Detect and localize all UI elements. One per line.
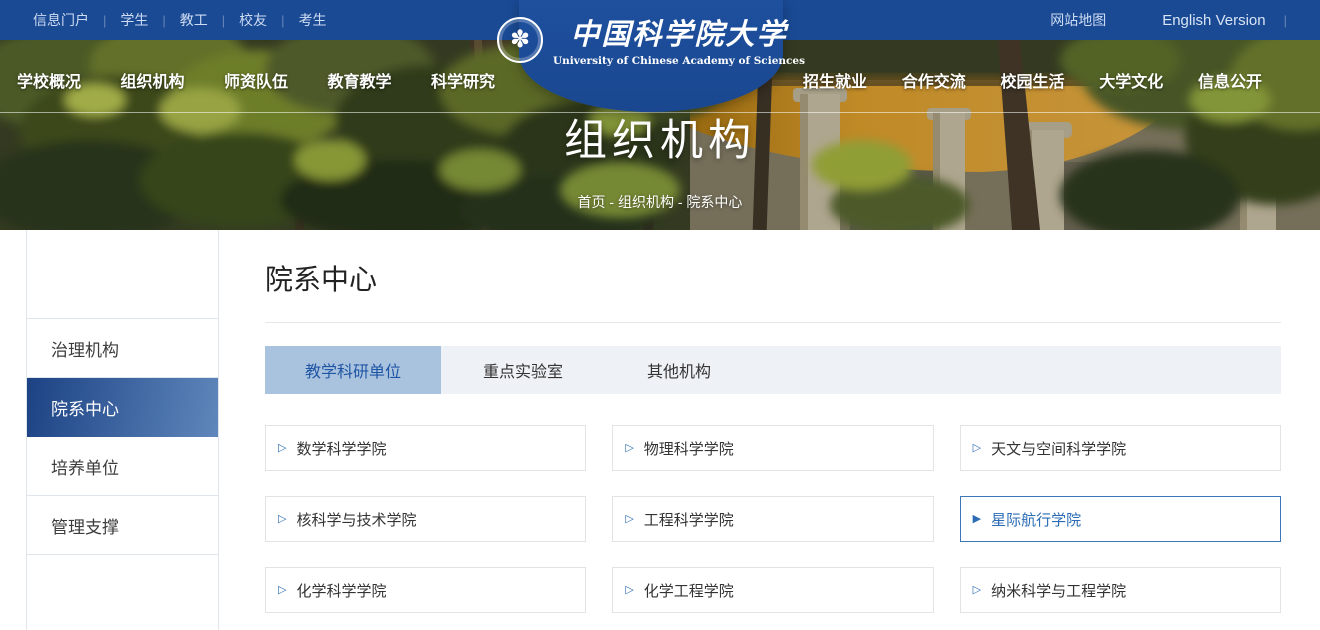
topbar-links: 信息门户 | 学生 | 教工 | 校友 | 考生	[33, 10, 327, 30]
nav-item-info-disclosure[interactable]: 信息公开	[1198, 68, 1262, 92]
main-panel: 院系中心 教学科研单位 重点实验室 其他机构 ▷ 数学科学学院 ▷ 物理科学学院…	[265, 230, 1281, 613]
department-card[interactable]: ▷ 核科学与技术学院	[265, 496, 586, 542]
department-card[interactable]: ▷ 天文与空间科学学院	[960, 425, 1281, 471]
separator: |	[162, 13, 165, 28]
department-grid: ▷ 数学科学学院 ▷ 物理科学学院 ▷ 天文与空间科学学院 ▷ 核科学与技术学院…	[265, 425, 1281, 613]
caret-right-filled-icon: ▶	[973, 514, 981, 525]
nav-item-research[interactable]: 科学研究	[431, 68, 495, 92]
department-card[interactable]: ▷ 工程科学学院	[612, 496, 933, 542]
tab-teaching-research[interactable]: 教学科研单位	[265, 346, 441, 394]
sidebar-item-training[interactable]: 培养单位	[27, 437, 218, 496]
department-name: 化学工程学院	[644, 580, 734, 601]
department-name: 化学科学学院	[296, 580, 386, 601]
topbar-link-portal[interactable]: 信息门户	[33, 10, 89, 30]
tab-bar: 教学科研单位 重点实验室 其他机构	[265, 346, 1281, 394]
nav-item-campus-life[interactable]: 校园生活	[1000, 68, 1064, 92]
page: 信息门户 | 学生 | 教工 | 校友 | 考生 网站地图 English Ve…	[0, 0, 1320, 630]
logo-text: 中国科学院大学 University of Chinese Academy of…	[553, 17, 805, 67]
sitemap-link[interactable]: 网站地图	[1050, 10, 1106, 30]
nav-item-organization[interactable]: 组织机构	[120, 68, 184, 92]
sidebar: 治理机构 院系中心 培养单位 管理支撑	[26, 230, 219, 630]
hero-title: 组织机构	[0, 106, 1320, 168]
caret-right-icon: ▷	[625, 514, 633, 525]
department-card[interactable]: ▷ 数学科学学院	[265, 425, 586, 471]
caret-right-icon: ▷	[625, 443, 633, 454]
department-name: 纳米科学与工程学院	[991, 580, 1126, 601]
nav-right-group: 招生就业 合作交流 校园生活 大学文化 信息公开	[803, 68, 1262, 92]
sidebar-item-schools[interactable]: 院系中心	[27, 378, 218, 437]
ucas-emblem-icon: ✽	[497, 17, 543, 63]
department-card[interactable]: ▷ 纳米科学与工程学院	[960, 567, 1281, 613]
topbar-link-students[interactable]: 学生	[120, 10, 148, 30]
nav-item-education[interactable]: 教育教学	[327, 68, 391, 92]
topbar-link-staff[interactable]: 教工	[180, 10, 208, 30]
department-name: 数学科学学院	[296, 438, 386, 459]
department-name: 天文与空间科学学院	[991, 438, 1126, 459]
sidebar-item-admin[interactable]: 管理支撑	[27, 496, 218, 555]
nav-item-culture[interactable]: 大学文化	[1099, 68, 1163, 92]
caret-right-icon: ▷	[278, 443, 286, 454]
breadcrumb[interactable]: 首页 - 组织机构 - 院系中心	[0, 192, 1320, 212]
separator: |	[1284, 13, 1287, 28]
topbar-right: 网站地图 English Version |	[1050, 10, 1287, 30]
department-card[interactable]: ▷ 化学科学学院	[265, 567, 586, 613]
content-area: 治理机构 院系中心 培养单位 管理支撑 院系中心 教学科研单位 重点实验室 其他…	[0, 230, 1320, 630]
sidebar-item-governance[interactable]: 治理机构	[27, 319, 218, 378]
department-name: 核科学与技术学院	[296, 509, 416, 530]
nav-item-cooperation[interactable]: 合作交流	[902, 68, 966, 92]
logo-name-cn: 中国科学院大学	[570, 17, 787, 52]
caret-right-icon: ▷	[973, 585, 981, 596]
separator: |	[222, 13, 225, 28]
english-version-link[interactable]: English Version	[1162, 12, 1265, 29]
tab-other-orgs[interactable]: 其他机构	[605, 346, 753, 394]
department-card[interactable]: ▷ 化学工程学院	[612, 567, 933, 613]
topbar-link-alumni[interactable]: 校友	[239, 10, 267, 30]
university-logo[interactable]: ✽ 中国科学院大学 University of Chinese Academy …	[519, 0, 783, 112]
caret-right-icon: ▷	[625, 585, 633, 596]
nav-item-school-overview[interactable]: 学校概况	[17, 68, 81, 92]
topbar-link-applicants[interactable]: 考生	[299, 10, 327, 30]
caret-right-icon: ▷	[278, 585, 286, 596]
nav-item-admissions[interactable]: 招生就业	[803, 68, 867, 92]
department-name: 工程科学学院	[644, 509, 734, 530]
nav-item-faculty[interactable]: 师资队伍	[224, 68, 288, 92]
department-card[interactable]: ▷ 物理科学学院	[612, 425, 933, 471]
title-divider	[265, 322, 1281, 323]
nav-left-group: 学校概况 组织机构 师资队伍 教育教学 科学研究	[17, 68, 495, 92]
caret-right-icon: ▷	[973, 443, 981, 454]
department-name: 星际航行学院	[991, 509, 1081, 530]
separator: |	[281, 13, 284, 28]
logo-name-en: University of Chinese Academy of Science…	[553, 55, 805, 67]
tab-key-labs[interactable]: 重点实验室	[441, 346, 605, 394]
caret-right-icon: ▷	[278, 514, 286, 525]
page-title: 院系中心	[265, 258, 1281, 298]
department-card-highlighted[interactable]: ▶ 星际航行学院	[960, 496, 1281, 542]
sidebar-header-spacer	[27, 230, 218, 319]
department-name: 物理科学学院	[644, 438, 734, 459]
separator: |	[103, 13, 106, 28]
